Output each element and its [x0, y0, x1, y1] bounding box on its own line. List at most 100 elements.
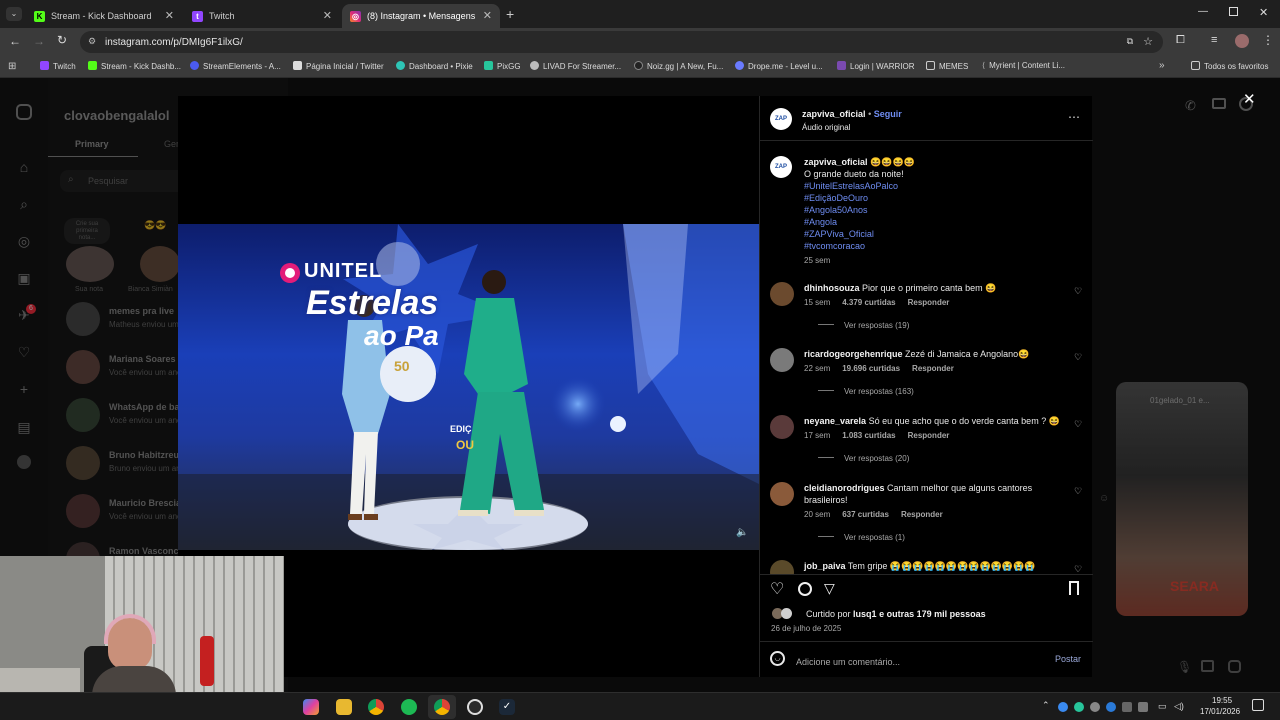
close-tab-icon[interactable]: ✕ — [323, 9, 332, 22]
bookmark-myrient[interactable]: ⟨ Myrient | Content Li... — [982, 61, 1065, 70]
bookmark-star-icon[interactable]: ☆ — [1143, 35, 1153, 48]
bookmark-pixie[interactable]: Dashboard • Pixie — [396, 61, 473, 71]
close-window-icon[interactable]: ✕ — [1259, 6, 1268, 19]
bluetooth-icon[interactable] — [1106, 702, 1116, 712]
bookmark-noiz[interactable]: Noiz.gg | A New, Fu... — [634, 61, 723, 71]
tray-app-icon[interactable] — [1122, 702, 1132, 712]
copilot-icon[interactable] — [303, 699, 319, 715]
caption-username[interactable]: zapviva_oficial — [804, 157, 868, 167]
hashtag[interactable]: #ZAPViva_Oficial — [804, 229, 874, 239]
emoji-icon[interactable]: ◡ — [770, 651, 785, 666]
avatar[interactable] — [770, 560, 794, 574]
comment-username[interactable]: ricardogeorgehenrique — [804, 349, 903, 359]
forward-icon[interactable]: → — [33, 34, 45, 48]
avatar[interactable] — [770, 415, 794, 439]
view-replies-button[interactable]: Ver respostas (1) — [818, 533, 905, 542]
hashtag[interactable]: #EdiçãoDeOuro — [804, 193, 868, 203]
media-icon[interactable]: ≡ — [1211, 34, 1217, 46]
clock-time[interactable]: 19:55 — [1212, 696, 1232, 705]
like-comment-icon[interactable]: ♡ — [1074, 419, 1084, 429]
spotify-icon[interactable] — [401, 699, 417, 715]
reply-button[interactable]: Responder — [908, 298, 950, 307]
address-bar[interactable]: ⚙ instagram.com/p/DMIg6F1ilxG/ ⧉ ☆ — [80, 31, 1163, 53]
file-explorer-icon[interactable] — [336, 699, 352, 715]
comment-input[interactable]: Adicione um comentário... — [796, 652, 1036, 668]
save-icon[interactable] — [1069, 581, 1079, 595]
like-comment-icon[interactable]: ♡ — [1074, 486, 1084, 496]
like-icon[interactable]: ♡ — [770, 579, 784, 599]
like-comment-icon[interactable]: ♡ — [1074, 286, 1084, 296]
back-icon[interactable]: ← — [9, 34, 21, 48]
like-count[interactable]: 637 curtidas — [842, 510, 889, 519]
close-tab-icon[interactable]: ✕ — [483, 9, 492, 22]
audio-label[interactable]: Áudio original — [802, 123, 850, 132]
obs-icon[interactable] — [467, 699, 483, 715]
avatar[interactable] — [770, 348, 794, 372]
bookmark-folder-memes[interactable]: MEMES — [926, 61, 968, 71]
hashtag[interactable]: #UnitelEstrelasAoPalco — [804, 181, 898, 191]
tab-instagram[interactable]: ◎ (8) Instagram • Mensagens ✕ — [342, 4, 500, 28]
extensions-icon[interactable]: ⧠ — [1176, 34, 1185, 47]
close-modal-icon[interactable]: ✕ — [1243, 90, 1256, 108]
tray-chevron-icon[interactable]: ⌃ — [1042, 700, 1050, 711]
chrome-icon[interactable] — [368, 699, 384, 715]
view-replies-button[interactable]: Ver respostas (20) — [818, 454, 909, 463]
volume-icon[interactable]: 🔈 — [736, 527, 748, 538]
comment-icon[interactable] — [798, 582, 812, 596]
liked-by-user[interactable]: lusq1 — [853, 609, 877, 619]
more-bookmarks-icon[interactable]: » — [1159, 60, 1165, 71]
author-avatar[interactable]: ZAP — [770, 108, 792, 130]
bookmark-twitter[interactable]: Página Inicial / Twitter — [293, 61, 384, 71]
tab-search-icon[interactable]: ⌄ — [6, 7, 22, 21]
avatar[interactable] — [770, 482, 794, 506]
all-bookmarks[interactable]: Todos os favoritos — [1191, 61, 1268, 71]
close-tab-icon[interactable]: ✕ — [165, 9, 174, 22]
author-username[interactable]: zapviva_oficial — [802, 109, 866, 119]
menu-icon[interactable]: ⋮ — [1262, 33, 1274, 47]
caption-avatar[interactable]: ZAP — [770, 156, 792, 178]
bookmark-drope[interactable]: Drope.me - Level u... — [735, 61, 823, 71]
restore-icon[interactable] — [1229, 7, 1238, 16]
minimize-icon[interactable]: — — [1198, 6, 1208, 17]
hashtag[interactable]: #tvcomcoracao — [804, 241, 865, 251]
bookmark-warrior[interactable]: Login | WARRIOR — [837, 61, 914, 71]
tray-app-icon[interactable] — [1058, 702, 1068, 712]
like-comment-icon[interactable]: ♡ — [1074, 564, 1084, 574]
like-comment-icon[interactable]: ♡ — [1074, 352, 1084, 362]
view-replies-button[interactable]: Ver respostas (163) — [818, 387, 914, 396]
chrome-active-icon[interactable] — [434, 699, 450, 715]
more-options-icon[interactable]: ⋯ — [1068, 110, 1080, 124]
network-icon[interactable]: ▭ — [1158, 701, 1167, 712]
tab-kick-dashboard[interactable]: K Stream - Kick Dashboard ✕ — [26, 4, 182, 28]
bookmark-twitch[interactable]: Twitch — [40, 61, 76, 71]
tray-app-icon[interactable] — [1090, 702, 1100, 712]
volume-tray-icon[interactable]: ◁) — [1174, 701, 1184, 712]
comment-username[interactable]: job_paiva — [804, 561, 846, 571]
comment-username[interactable]: neyane_varela — [804, 416, 866, 426]
clock-date[interactable]: 17/01/2026 — [1200, 707, 1240, 716]
avatar[interactable] — [770, 282, 794, 306]
post-comment-button[interactable]: Postar — [1055, 654, 1081, 664]
bookmark-livad[interactable]: LIVAD For Streamer... — [530, 61, 621, 71]
tray-app-icon[interactable] — [1138, 702, 1148, 712]
hashtag[interactable]: #Angola — [804, 217, 837, 227]
like-count[interactable]: 4.379 curtidas — [842, 298, 895, 307]
tray-app-icon[interactable] — [1074, 702, 1084, 712]
profile-avatar[interactable] — [1235, 34, 1249, 48]
bookmark-streamelements[interactable]: StreamElements - A... — [190, 61, 281, 71]
reply-button[interactable]: Responder — [912, 364, 954, 373]
install-icon[interactable]: ⧉ — [1127, 36, 1133, 47]
new-tab-icon[interactable]: + — [506, 6, 514, 22]
reload-icon[interactable]: ↻ — [57, 33, 67, 47]
tab-twitch[interactable]: t Twitch ✕ — [184, 4, 340, 28]
bookmark-pixgg[interactable]: PixGG — [484, 61, 521, 71]
hashtag[interactable]: #Angola50Anos — [804, 205, 868, 215]
steam-icon[interactable]: ✓ — [499, 699, 515, 715]
like-count[interactable]: 1.083 curtidas — [842, 431, 895, 440]
liked-by-others[interactable]: e outras 179 mil pessoas — [879, 609, 986, 619]
view-replies-button[interactable]: Ver respostas (19) — [818, 321, 909, 330]
site-info-icon[interactable]: ⚙ — [88, 36, 96, 47]
comment-username[interactable]: cleidianorodrigues — [804, 483, 885, 493]
apps-icon[interactable]: ⊞ — [8, 61, 16, 72]
notifications-tray-icon[interactable] — [1252, 699, 1264, 711]
